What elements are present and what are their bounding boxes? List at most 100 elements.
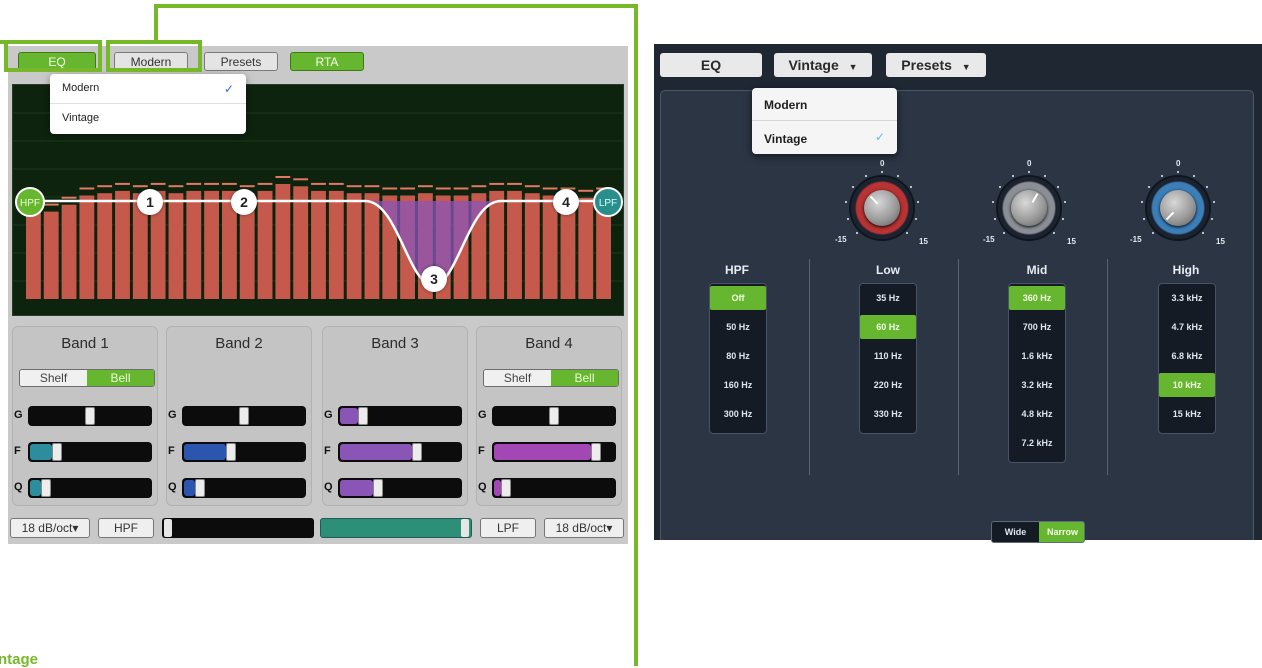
- slider-thumb[interactable]: [549, 407, 559, 425]
- slider-thumb[interactable]: [357, 407, 368, 425]
- band-4-gain-slider[interactable]: [492, 406, 616, 426]
- rta-peak-marker: [507, 182, 522, 185]
- slider-thumb[interactable]: [500, 479, 511, 497]
- slider-thumb[interactable]: [373, 479, 383, 497]
- menu-item-modern[interactable]: Modern: [764, 98, 807, 112]
- band-1-freq-slider[interactable]: [28, 442, 152, 462]
- slider-thumb[interactable]: [411, 443, 422, 461]
- frequency-option[interactable]: 700 Hz: [1009, 315, 1065, 339]
- band-3-freq-slider[interactable]: [338, 442, 462, 462]
- high-gain-knob[interactable]: [1141, 171, 1215, 239]
- lpf-toggle-button[interactable]: LPF: [480, 518, 536, 538]
- band-node-4[interactable]: 4: [553, 189, 579, 215]
- eq-type-dropdown[interactable]: Vintage ▼: [774, 53, 872, 77]
- lpf-node[interactable]: LPF: [593, 187, 623, 217]
- mid-gain-knob[interactable]: [992, 171, 1066, 239]
- f-slider-label: F: [478, 445, 485, 457]
- low-gain-knob[interactable]: [845, 171, 919, 239]
- rta-bar: [293, 186, 309, 299]
- slider-thumb[interactable]: [52, 443, 62, 461]
- band-4-shape-toggle[interactable]: Shelf Bell: [483, 369, 619, 387]
- frequency-option[interactable]: 15 kHz: [1159, 402, 1215, 426]
- lpf-frequency-slider[interactable]: [320, 518, 472, 538]
- rta-peak-marker: [435, 187, 451, 190]
- wide-option[interactable]: Wide: [992, 522, 1039, 542]
- slider-thumb[interactable]: [225, 443, 236, 461]
- frequency-option[interactable]: 10 kHz: [1159, 373, 1215, 397]
- knob-tick-dot: [846, 218, 849, 221]
- frequency-option[interactable]: 3.3 kHz: [1159, 286, 1215, 310]
- callout-frame-right: [634, 4, 638, 666]
- shelf-option[interactable]: Shelf: [484, 370, 551, 386]
- band-2-q_val-slider[interactable]: [182, 478, 306, 498]
- menu-item-vintage[interactable]: Vintage: [62, 112, 99, 124]
- rta-peak-marker: [364, 185, 380, 188]
- knob-max-label: 15: [919, 237, 928, 246]
- presets-dropdown[interactable]: Presets: [204, 52, 278, 71]
- rta-peak-marker: [150, 182, 166, 185]
- eq-tab-button[interactable]: EQ: [660, 53, 762, 77]
- knob-cap: [1011, 190, 1047, 226]
- frequency-option[interactable]: 50 Hz: [710, 315, 766, 339]
- lpf-slope-dropdown[interactable]: 18 dB/oct▾: [544, 518, 624, 538]
- bell-option[interactable]: Bell: [87, 370, 154, 386]
- frequency-option[interactable]: 360 Hz: [1009, 286, 1065, 310]
- hpf-slider-thumb[interactable]: [164, 519, 172, 537]
- slider-thumb[interactable]: [85, 407, 95, 425]
- shelf-option[interactable]: Shelf: [20, 370, 87, 386]
- hpf-toggle-button[interactable]: HPF: [98, 518, 154, 538]
- frequency-option[interactable]: 3.2 kHz: [1009, 373, 1065, 397]
- menu-item-modern[interactable]: Modern: [62, 82, 99, 94]
- band-4-freq-slider[interactable]: [492, 442, 616, 462]
- slider-thumb[interactable]: [239, 407, 249, 425]
- chevron-down-icon: ▼: [961, 62, 971, 72]
- band-3-gain-slider[interactable]: [338, 406, 462, 426]
- frequency-option[interactable]: 1.6 kHz: [1009, 344, 1065, 368]
- frequency-option[interactable]: 4.8 kHz: [1009, 402, 1065, 426]
- slider-thumb[interactable]: [195, 479, 205, 497]
- slider-fill: [494, 444, 591, 460]
- knob-tick-dot: [1151, 232, 1154, 235]
- rta-peak-marker: [168, 185, 184, 188]
- mid-q-toggle[interactable]: Wide Narrow: [991, 521, 1085, 543]
- frequency-option[interactable]: 7.2 kHz: [1009, 431, 1065, 455]
- frequency-option[interactable]: 60 Hz: [860, 315, 916, 339]
- rta-toggle-button[interactable]: RTA: [290, 52, 364, 71]
- rta-peak-marker: [578, 189, 594, 192]
- slider-thumb[interactable]: [41, 479, 51, 497]
- menu-item-vintage[interactable]: Vintage: [764, 132, 807, 146]
- frequency-option[interactable]: 300 Hz: [710, 402, 766, 426]
- band-1-q_val-slider[interactable]: [28, 478, 152, 498]
- knob-max-label: 15: [1216, 237, 1225, 246]
- knob-min-label: -15: [835, 235, 847, 244]
- rta-peak-marker: [382, 187, 398, 190]
- presets-dropdown[interactable]: Presets ▼: [886, 53, 986, 77]
- band-2-freq-slider[interactable]: [182, 442, 306, 462]
- chevron-down-icon: ▼: [848, 62, 858, 72]
- hpf-slope-dropdown[interactable]: 18 dB/oct▾: [10, 518, 90, 538]
- band-1-shape-toggle[interactable]: Shelf Bell: [19, 369, 155, 387]
- frequency-option[interactable]: 110 Hz: [860, 344, 916, 368]
- hpf-node[interactable]: HPF: [15, 187, 45, 217]
- lpf-slider-thumb[interactable]: [461, 519, 469, 537]
- rta-peak-marker: [328, 182, 344, 185]
- frequency-option[interactable]: 4.7 kHz: [1159, 315, 1215, 339]
- band-3-q_val-slider[interactable]: [338, 478, 462, 498]
- band-2-gain-slider[interactable]: [182, 406, 306, 426]
- slider-thumb[interactable]: [590, 443, 601, 461]
- band-4-q_val-slider[interactable]: [492, 478, 616, 498]
- frequency-option[interactable]: 35 Hz: [860, 286, 916, 310]
- band-node-3[interactable]: 3: [421, 266, 447, 292]
- frequency-option[interactable]: 80 Hz: [710, 344, 766, 368]
- frequency-option[interactable]: Off: [710, 286, 766, 310]
- frequency-option[interactable]: 330 Hz: [860, 402, 916, 426]
- narrow-option[interactable]: Narrow: [1039, 522, 1084, 542]
- frequency-option[interactable]: 6.8 kHz: [1159, 344, 1215, 368]
- band-node-1[interactable]: 1: [137, 189, 163, 215]
- bell-option[interactable]: Bell: [551, 370, 618, 386]
- frequency-option[interactable]: 220 Hz: [860, 373, 916, 397]
- hpf-frequency-slider[interactable]: [162, 518, 314, 538]
- frequency-option[interactable]: 160 Hz: [710, 373, 766, 397]
- band-1-gain-slider[interactable]: [28, 406, 152, 426]
- band-node-2[interactable]: 2: [231, 189, 257, 215]
